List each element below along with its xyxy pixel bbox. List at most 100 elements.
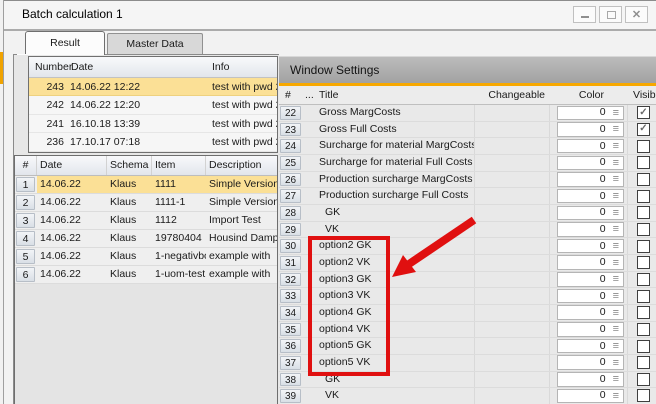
- color-value-editor[interactable]: 0 ≡: [557, 239, 624, 254]
- color-value-editor[interactable]: 0 ≡: [557, 255, 624, 270]
- color-value-editor[interactable]: 0 ≡: [557, 272, 624, 287]
- dropdown-handle-icon[interactable]: ≡: [613, 123, 619, 135]
- row-header-cell[interactable]: 23: [280, 123, 301, 137]
- row-header-cell[interactable]: 6: [16, 267, 35, 282]
- row-header-cell[interactable]: 29: [280, 223, 301, 237]
- row-header-cell[interactable]: 33: [280, 289, 301, 303]
- dropdown-handle-icon[interactable]: ≡: [613, 340, 619, 352]
- column-header-info[interactable]: Info: [209, 57, 277, 77]
- visible-checkbox[interactable]: ✓: [637, 240, 650, 253]
- result-grid-row[interactable]: 6 14.06.22 Klaus 1-uom-test example with: [15, 266, 277, 284]
- dropdown-handle-icon[interactable]: ≡: [613, 307, 619, 319]
- row-header-cell[interactable]: 37: [280, 356, 301, 370]
- row-header-cell[interactable]: 39: [280, 389, 301, 403]
- dropdown-handle-icon[interactable]: ≡: [613, 173, 619, 185]
- color-value-editor[interactable]: 0 ≡: [557, 222, 624, 237]
- dropdown-handle-icon[interactable]: ≡: [613, 373, 619, 385]
- row-header-cell[interactable]: 1: [16, 177, 35, 192]
- window-settings-row[interactable]: 22 Gross MargCosts 0 ≡ ✓: [279, 105, 656, 122]
- column-header-number[interactable]: Number: [29, 57, 67, 77]
- visible-checkbox[interactable]: ✓: [637, 306, 650, 319]
- visible-checkbox[interactable]: ✓: [637, 223, 650, 236]
- color-value-editor[interactable]: 0 ≡: [557, 322, 624, 337]
- dropdown-handle-icon[interactable]: ≡: [613, 207, 619, 219]
- dropdown-handle-icon[interactable]: ≡: [613, 390, 619, 402]
- visible-checkbox[interactable]: ✓: [637, 156, 650, 169]
- color-value-editor[interactable]: 0 ≡: [557, 106, 624, 121]
- maximize-button[interactable]: [599, 6, 622, 23]
- column-header-description[interactable]: Description: [206, 156, 277, 175]
- result-grid-row[interactable]: 2 14.06.22 Klaus 1111-1 Simple Version: [15, 194, 277, 212]
- dropdown-handle-icon[interactable]: ≡: [613, 257, 619, 269]
- color-value-editor[interactable]: 0 ≡: [557, 206, 624, 221]
- batch-list-row[interactable]: 236 17.10.17 07:18 test with pwd 2: [29, 133, 277, 151]
- visible-checkbox[interactable]: ✓: [637, 323, 650, 336]
- color-value-editor[interactable]: 0 ≡: [557, 172, 624, 187]
- window-settings-row[interactable]: 30 option2 GK 0 ≡ ✓: [279, 238, 656, 255]
- color-value-editor[interactable]: 0 ≡: [557, 156, 624, 171]
- dropdown-handle-icon[interactable]: ≡: [613, 357, 619, 369]
- visible-checkbox[interactable]: ✓: [637, 256, 650, 269]
- dropdown-handle-icon[interactable]: ≡: [613, 240, 619, 252]
- visible-checkbox[interactable]: ✓: [637, 206, 650, 219]
- color-value-editor[interactable]: 0 ≡: [557, 305, 624, 320]
- dropdown-handle-icon[interactable]: ≡: [613, 290, 619, 302]
- window-settings-row[interactable]: 24 Surcharge for material MargCosts 0 ≡ …: [279, 138, 656, 155]
- column-header-ellipsis[interactable]: ...: [303, 86, 317, 104]
- visible-checkbox[interactable]: ✓: [637, 290, 650, 303]
- close-button[interactable]: ✕: [625, 6, 648, 23]
- result-grid-row[interactable]: 3 14.06.22 Klaus 1112 Import Test: [15, 212, 277, 230]
- row-header-cell[interactable]: 25: [280, 156, 301, 170]
- window-settings-row[interactable]: 27 Production surcharge Full Costs 0 ≡ ✓: [279, 188, 656, 205]
- row-header-cell[interactable]: 27: [280, 189, 301, 203]
- row-header-cell[interactable]: 34: [280, 306, 301, 320]
- row-header-cell[interactable]: 38: [280, 373, 301, 387]
- dropdown-handle-icon[interactable]: ≡: [613, 223, 619, 235]
- row-header-cell[interactable]: 28: [280, 206, 301, 220]
- dropdown-handle-icon[interactable]: ≡: [613, 107, 619, 119]
- dropdown-handle-icon[interactable]: ≡: [613, 190, 619, 202]
- row-header-cell[interactable]: 24: [280, 139, 301, 153]
- column-header-date[interactable]: Date: [67, 57, 209, 77]
- tab-master-data[interactable]: Master Data: [107, 33, 203, 55]
- visible-checkbox[interactable]: ✓: [637, 273, 650, 286]
- visible-checkbox[interactable]: ✓: [637, 373, 650, 386]
- visible-checkbox[interactable]: ✓: [637, 190, 650, 203]
- dropdown-handle-icon[interactable]: ≡: [613, 273, 619, 285]
- column-header-changeable[interactable]: Changeable: [475, 86, 550, 104]
- window-titlebar[interactable]: Batch calculation 1 ✕: [4, 1, 656, 29]
- color-value-editor[interactable]: 0 ≡: [557, 355, 624, 370]
- visible-checkbox[interactable]: ✓: [637, 389, 650, 402]
- column-header-title[interactable]: Title: [317, 86, 475, 104]
- column-header-date[interactable]: Date: [37, 156, 107, 175]
- color-value-editor[interactable]: 0 ≡: [557, 372, 624, 387]
- color-value-editor[interactable]: 0 ≡: [557, 122, 624, 137]
- visible-checkbox[interactable]: ✓: [637, 340, 650, 353]
- column-header-schema[interactable]: Schema: [107, 156, 152, 175]
- batch-list-row[interactable]: 242 14.06.22 12:20 test with pwd 2: [29, 96, 277, 114]
- window-settings-row[interactable]: 34 option4 GK 0 ≡ ✓: [279, 305, 656, 322]
- color-value-editor[interactable]: 0 ≡: [557, 189, 624, 204]
- visible-checkbox[interactable]: ✓: [637, 123, 650, 136]
- window-settings-row[interactable]: 29 VK 0 ≡ ✓: [279, 222, 656, 239]
- row-header-cell[interactable]: 31: [280, 256, 301, 270]
- window-settings-row[interactable]: 25 Surcharge for material Full Costs 0 ≡…: [279, 155, 656, 172]
- result-grid-row[interactable]: 5 14.06.22 Klaus 1-negativbo example wit…: [15, 248, 277, 266]
- color-value-editor[interactable]: 0 ≡: [557, 139, 624, 154]
- color-value-editor[interactable]: 0 ≡: [557, 339, 624, 354]
- row-header-cell[interactable]: 5: [16, 249, 35, 264]
- column-header-item[interactable]: Item: [152, 156, 206, 175]
- visible-checkbox[interactable]: ✓: [637, 173, 650, 186]
- row-header-cell[interactable]: 26: [280, 173, 301, 187]
- window-settings-row[interactable]: 23 Gross Full Costs 0 ≡ ✓: [279, 122, 656, 139]
- column-header-rownum[interactable]: #: [15, 156, 37, 175]
- row-header-cell[interactable]: 32: [280, 273, 301, 287]
- window-settings-row[interactable]: 37 option5 VK 0 ≡ ✓: [279, 355, 656, 372]
- color-value-editor[interactable]: 0 ≡: [557, 389, 624, 404]
- result-grid-row[interactable]: 4 14.06.22 Klaus 19780404 Housind Damp: [15, 230, 277, 248]
- dropdown-handle-icon[interactable]: ≡: [613, 157, 619, 169]
- column-header-color[interactable]: Color: [550, 86, 628, 104]
- visible-checkbox[interactable]: ✓: [637, 106, 650, 119]
- batch-list-row[interactable]: 241 16.10.18 13:39 test with pwd 2: [29, 115, 277, 133]
- column-header-rownum[interactable]: #: [279, 86, 303, 104]
